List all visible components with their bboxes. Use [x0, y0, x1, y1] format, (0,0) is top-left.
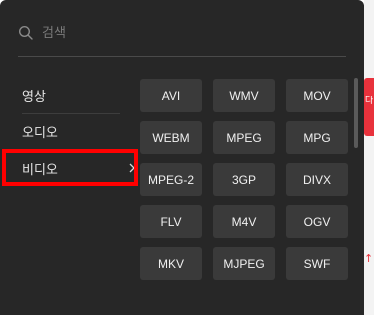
format-button-swf[interactable]: SWF — [286, 247, 348, 280]
format-grid: AVI WMV MOV WEBM MPEG MPG MPEG-2 3GP DIV… — [140, 79, 348, 280]
background-red-glyph: ↑ — [364, 252, 374, 265]
format-button-flv[interactable]: FLV — [140, 205, 202, 238]
format-button-mpeg[interactable]: MPEG — [213, 121, 275, 154]
category-item-label: 오디오 — [22, 126, 58, 141]
search-divider — [18, 56, 346, 57]
background-red-tab-text: 다 — [365, 96, 373, 106]
format-button-mpeg2[interactable]: MPEG-2 — [140, 163, 202, 196]
search-icon — [18, 25, 33, 40]
format-button-wmv[interactable]: WMV — [213, 79, 275, 112]
format-button-mkv[interactable]: MKV — [140, 247, 202, 280]
format-button-avi[interactable]: AVI — [140, 79, 202, 112]
format-button-divx[interactable]: DIVX — [286, 163, 348, 196]
selection-highlight-box — [2, 149, 138, 186]
format-grid-scrollbar[interactable] — [354, 78, 358, 148]
format-button-ogv[interactable]: OGV — [286, 205, 348, 238]
category-item-audio[interactable]: 오디오 — [22, 114, 120, 150]
format-button-m4v[interactable]: M4V — [213, 205, 275, 238]
format-picker-panel: 영상 오디오 비디오 AVI WMV MOV WEBM MPEG MPG MPE… — [0, 0, 364, 315]
category-item-video[interactable]: 영상 — [22, 78, 120, 114]
search-bar — [18, 22, 346, 44]
format-button-mjpeg[interactable]: MJPEG — [213, 247, 275, 280]
format-button-mov[interactable]: MOV — [286, 79, 348, 112]
category-item-label: 영상 — [22, 90, 46, 105]
format-button-mpg[interactable]: MPG — [286, 121, 348, 154]
format-button-webm[interactable]: WEBM — [140, 121, 202, 154]
format-button-3gp[interactable]: 3GP — [213, 163, 275, 196]
search-input[interactable] — [42, 23, 322, 43]
background-red-tab: 다 — [364, 78, 374, 136]
